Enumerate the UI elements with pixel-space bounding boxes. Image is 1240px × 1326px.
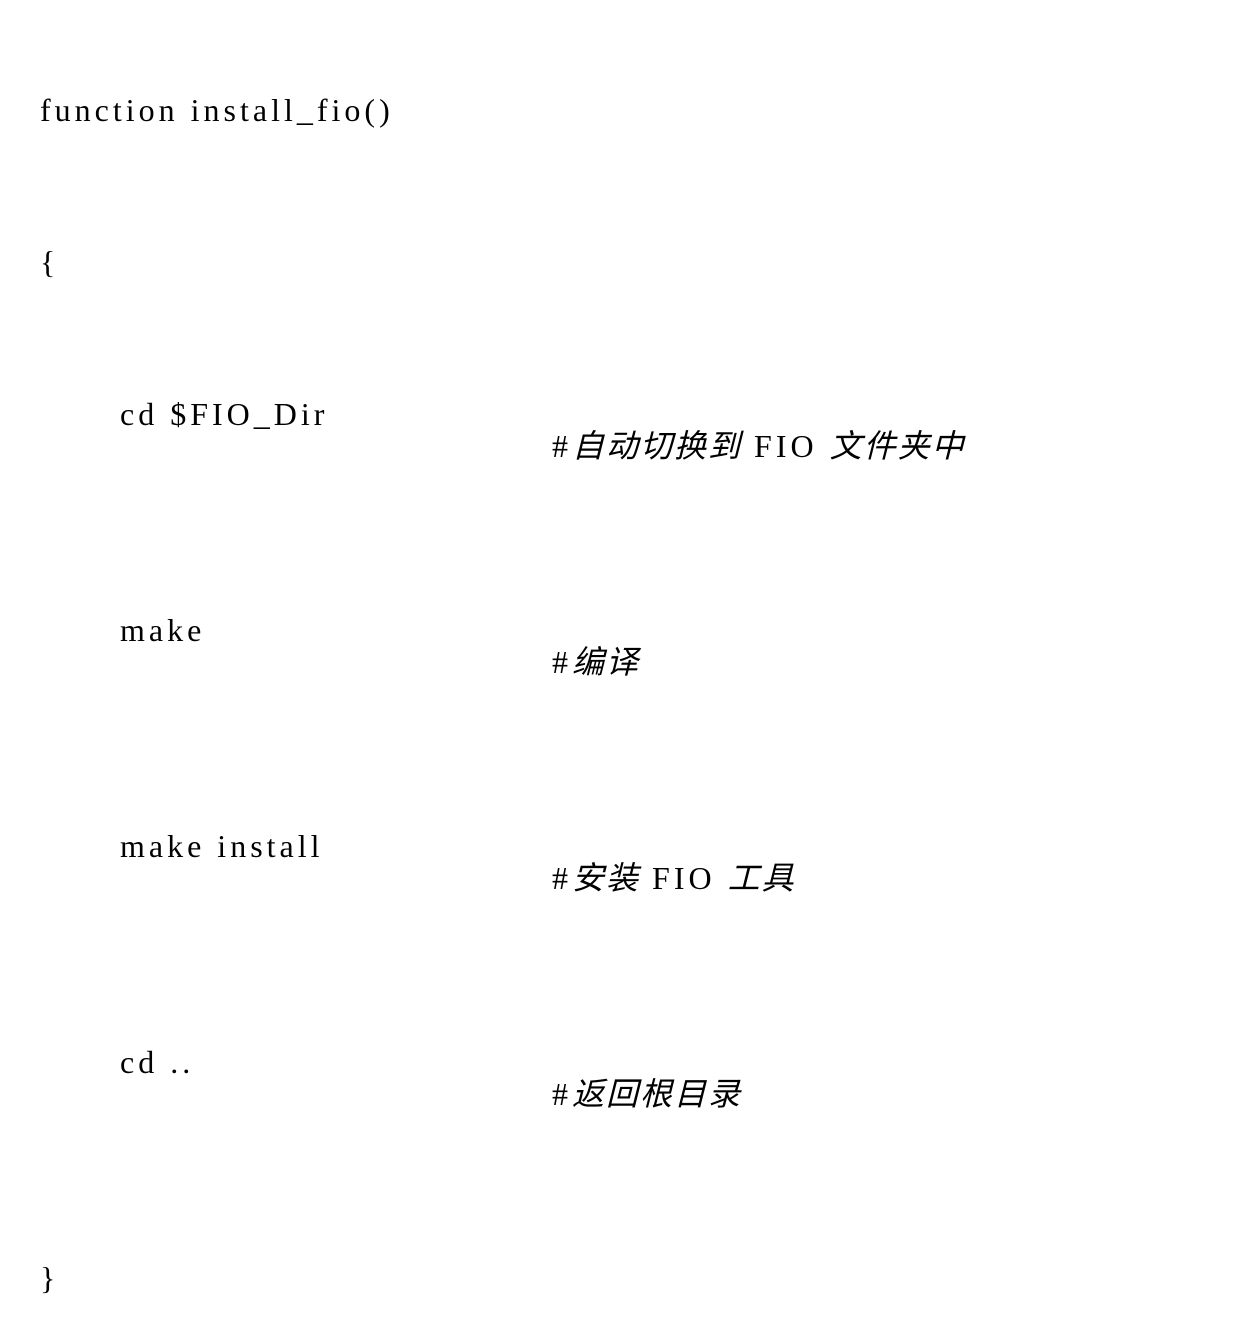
comment-cjk: 工具 — [728, 860, 796, 896]
code-line-cd-dir: cd $FIO_Dir #自动切换到 FIO 文件夹中 — [40, 398, 1200, 494]
code-text: function install_fio() — [40, 94, 394, 126]
comment: #自动切换到 FIO 文件夹中 — [480, 398, 966, 494]
command-text: make — [120, 614, 480, 710]
code-line-function-decl: function install_fio() — [40, 94, 1200, 126]
code-line-make: make #编译 — [40, 614, 1200, 710]
command-text: make install — [120, 830, 480, 926]
comment-cjk: 安装 — [572, 860, 640, 896]
code-line-open-brace: { — [40, 246, 1200, 278]
code-block: function install_fio() { cd $FIO_Dir #自动… — [40, 30, 1200, 1326]
comment-cjk: 编译 — [572, 644, 640, 680]
code-text: { — [40, 246, 59, 278]
comment-hash: # — [552, 644, 572, 680]
comment-hash: # — [552, 428, 572, 464]
comment-cjk: 返回根目录 — [572, 1076, 742, 1112]
command-text: cd $FIO_Dir — [120, 398, 480, 494]
code-text: } — [40, 1262, 59, 1294]
indent — [40, 614, 120, 710]
comment: #编译 — [480, 614, 640, 710]
code-line-make-install: make install #安装 FIO 工具 — [40, 830, 1200, 926]
comment-hash: # — [552, 1076, 572, 1112]
command-text: cd .. — [120, 1046, 480, 1142]
code-line-cd-up: cd .. #返回根目录 — [40, 1046, 1200, 1142]
comment-ascii: FIO — [640, 860, 728, 896]
indent — [40, 1046, 120, 1142]
comment-cjk: 自动切换到 — [572, 428, 742, 464]
comment-ascii: FIO — [742, 428, 830, 464]
indent — [40, 398, 120, 494]
code-line-close-brace: } — [40, 1262, 1200, 1294]
indent — [40, 830, 120, 926]
comment: #返回根目录 — [480, 1046, 742, 1142]
comment-cjk: 文件夹中 — [830, 428, 966, 464]
comment-hash: # — [552, 860, 572, 896]
comment: #安装 FIO 工具 — [480, 830, 796, 926]
